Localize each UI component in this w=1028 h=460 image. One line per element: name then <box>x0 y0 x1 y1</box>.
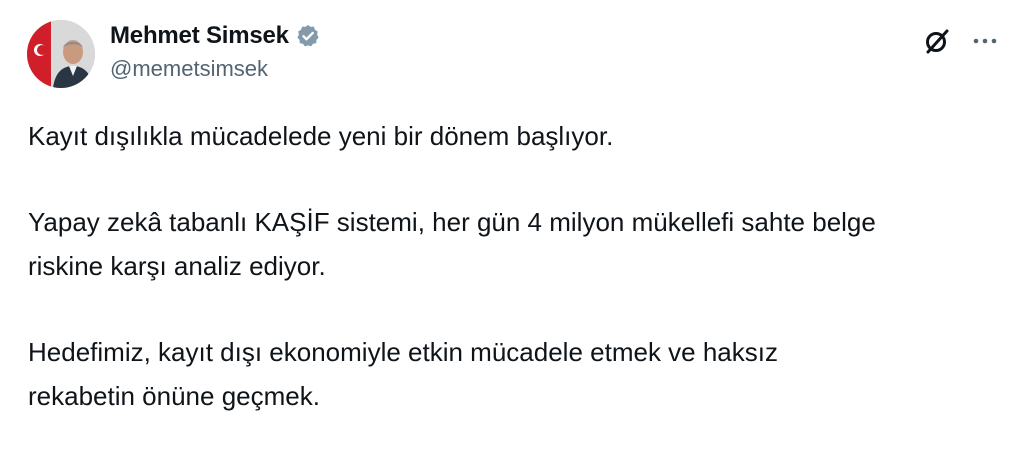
author-block: Mehmet Simsek @memetsimsek <box>110 22 321 82</box>
tweet-paragraph-2: Yapay zekâ tabanlı KAŞİF sistemi, her gü… <box>28 207 876 281</box>
avatar[interactable] <box>27 20 95 88</box>
tweet-text: Kayıt dışılıkla mücadelede yeni bir döne… <box>28 114 1008 460</box>
tweet-paragraph-1: Kayıt dışılıkla mücadelede yeni bir döne… <box>28 121 614 151</box>
display-name[interactable]: Mehmet Simsek <box>110 22 289 50</box>
tweet-card: Mehmet Simsek @memetsimsek Kayıt dışılık… <box>0 0 1028 411</box>
name-row: Mehmet Simsek <box>110 22 321 50</box>
grok-icon[interactable] <box>922 26 952 61</box>
more-options-icon[interactable] <box>970 26 1000 61</box>
handle[interactable]: @memetsimsek <box>110 56 321 82</box>
verified-badge-icon <box>295 23 321 49</box>
avatar-photo <box>27 20 95 88</box>
top-actions <box>922 26 1000 61</box>
tweet-paragraph-3: Hedefimiz, kayıt dışı ekonomiyle etkin m… <box>28 337 778 411</box>
